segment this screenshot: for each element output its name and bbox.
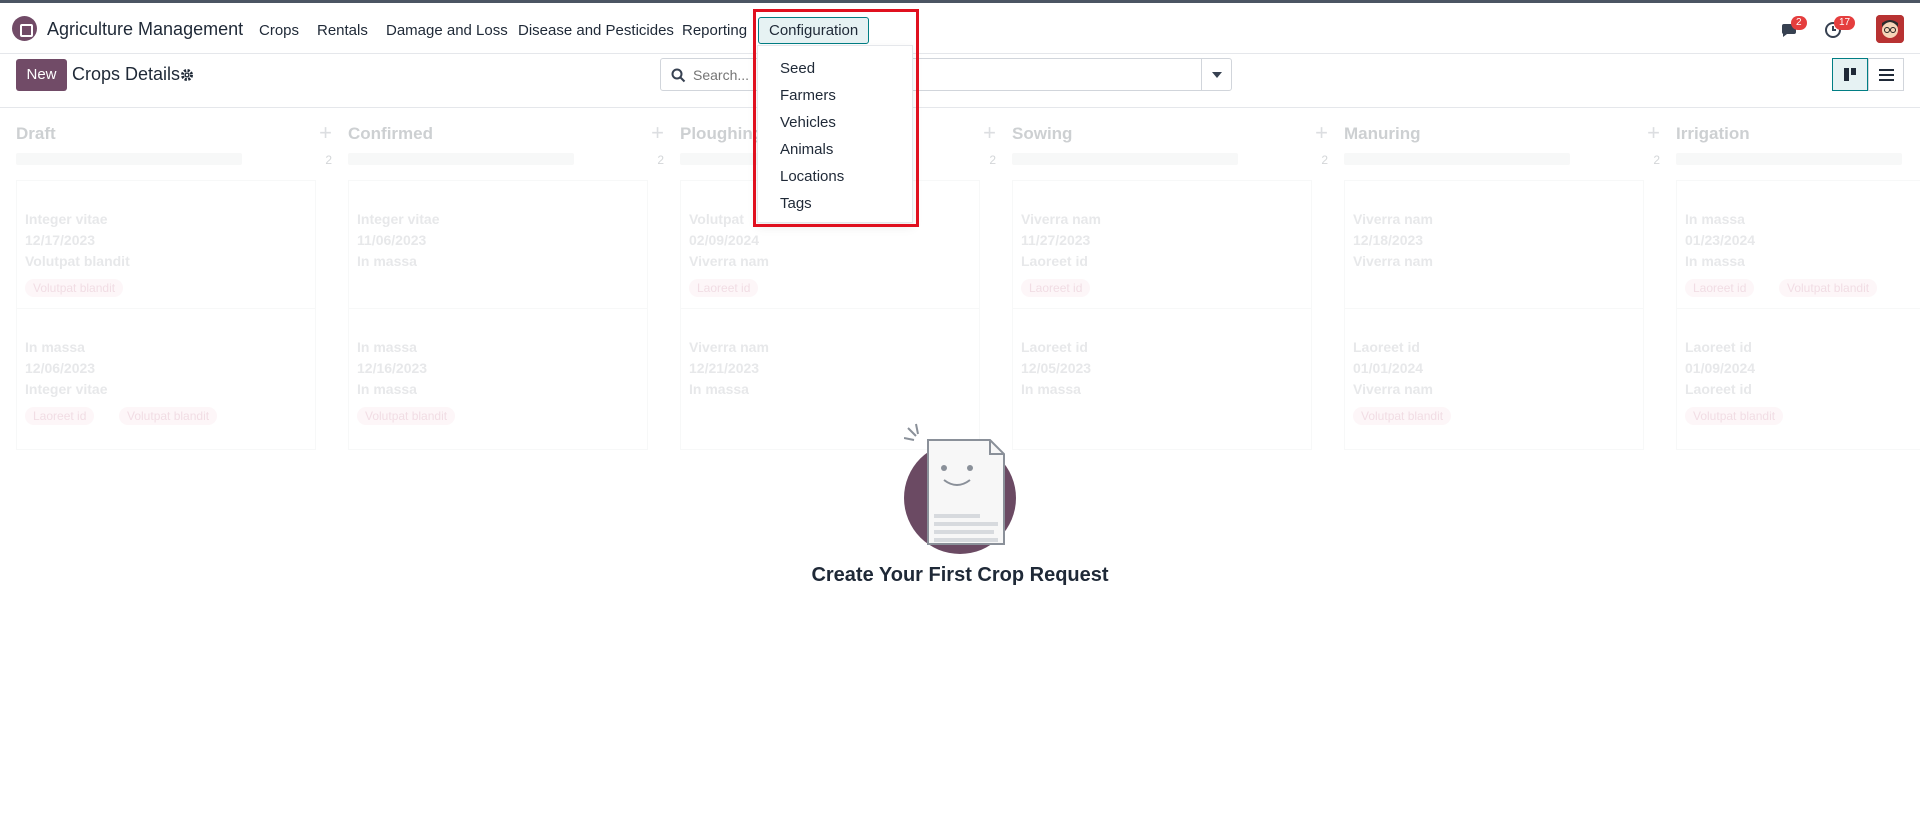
search-options-toggle[interactable] — [1201, 59, 1231, 90]
empty-document-illustration — [903, 422, 1016, 554]
list-view-icon — [1879, 69, 1894, 81]
menu-damage-and-loss[interactable]: Damage and Loss — [386, 22, 508, 39]
gear-icon[interactable] — [179, 67, 195, 83]
search-icon — [671, 68, 686, 83]
search-box — [660, 58, 1232, 91]
menu-rentals[interactable]: Rentals — [317, 22, 368, 39]
kanban-view-icon — [1844, 68, 1856, 81]
menu-reporting[interactable]: Reporting — [682, 22, 747, 39]
app-logo-icon[interactable] — [12, 16, 37, 41]
new-button[interactable]: New — [16, 59, 67, 91]
activities-badge: 17 — [1834, 16, 1856, 30]
highlight-box — [753, 9, 919, 227]
menu-disease-and-pesticides[interactable]: Disease and Pesticides — [518, 22, 674, 39]
user-avatar[interactable] — [1876, 15, 1904, 43]
list-view-button[interactable] — [1868, 58, 1904, 91]
empty-state-title: Create Your First Crop Request — [811, 564, 1109, 586]
chat-icon[interactable]: 2 — [1779, 16, 1807, 41]
clock-icon[interactable]: 17 — [1824, 16, 1856, 41]
caret-down-icon — [1212, 72, 1222, 78]
kanban-view-button[interactable] — [1832, 58, 1868, 91]
breadcrumb: Crops Details — [72, 64, 181, 84]
messages-badge: 2 — [1791, 16, 1807, 30]
app-title[interactable]: Agriculture Management — [47, 19, 243, 40]
top-navbar: Agriculture Management Crops Rentals Dam… — [0, 0, 1920, 54]
menu-crops[interactable]: Crops — [259, 22, 299, 39]
